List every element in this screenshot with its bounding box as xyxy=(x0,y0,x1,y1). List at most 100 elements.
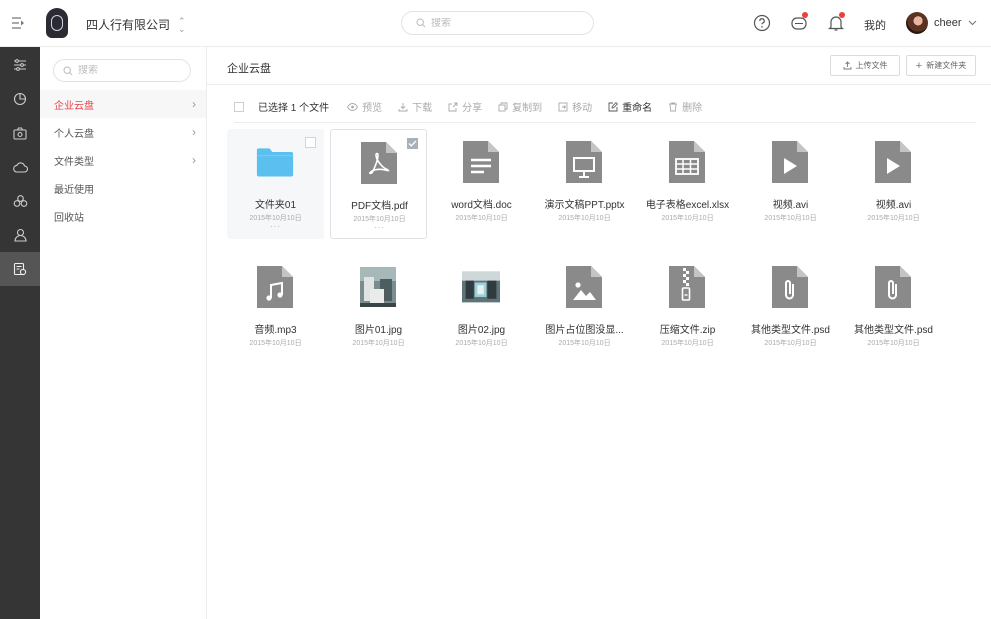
sidebar-search[interactable] xyxy=(53,59,191,82)
rail-camera[interactable] xyxy=(0,116,40,150)
upload-button[interactable]: 上传文件 xyxy=(830,55,900,76)
company-logo xyxy=(46,8,68,38)
rename-action[interactable]: 重命名 xyxy=(608,99,652,114)
sidebar-list: 企业云盘 › 个人云盘 › 文件类型 › 最近使用 回收站 xyxy=(40,90,206,230)
user-group-icon xyxy=(13,228,27,242)
camera-icon xyxy=(13,126,27,140)
notification-bell-icon[interactable] xyxy=(826,12,846,33)
file-date: 2015年10月10日 xyxy=(764,215,817,222)
more-icon[interactable]: ··· xyxy=(331,223,428,232)
file-name: 压缩文件.zip xyxy=(659,325,716,336)
sidebar-item-personal-disk[interactable]: 个人云盘 › xyxy=(40,118,206,146)
share-action[interactable]: 分享 xyxy=(448,99,482,114)
file-tile[interactable]: 文件夹01 2015年10月10日 ··· xyxy=(227,129,324,239)
file-tile[interactable]: 压缩文件.zip 2015年10月10日 xyxy=(639,254,736,364)
select-all-checkbox[interactable] xyxy=(234,101,244,112)
user-menu[interactable]: cheer xyxy=(934,17,977,29)
file-tile[interactable]: word文档.doc 2015年10月10日 xyxy=(433,129,530,239)
rail-cloud-disk[interactable] xyxy=(0,252,40,286)
zip-file-icon xyxy=(668,266,706,308)
move-action[interactable]: 移动 xyxy=(558,99,592,114)
file-tile[interactable]: 图片02.jpg 2015年10月10日 xyxy=(433,254,530,364)
search-icon xyxy=(416,18,426,28)
rail-cloud[interactable] xyxy=(0,150,40,184)
file-tile[interactable]: 音频.mp3 2015年10月10日 xyxy=(227,254,324,364)
file-tile[interactable]: 视频.avi 2015年10月10日 xyxy=(742,129,839,239)
main-content: 企业云盘 上传文件 + 新建文件夹 已选择 1 个文件 预览 下载 分享 复制到 xyxy=(207,47,991,619)
file-date: 2015年10月10日 xyxy=(661,340,714,347)
sidebar-item-label: 最近使用 xyxy=(54,184,94,196)
sidebar-item-file-types[interactable]: 文件类型 › xyxy=(40,146,206,174)
file-toolbar: 已选择 1 个文件 预览 下载 分享 复制到 移动 重命名 删除 xyxy=(234,91,976,123)
file-tile[interactable]: 视频.avi 2015年10月10日 xyxy=(845,129,942,239)
presentation-file-icon xyxy=(565,141,603,183)
file-checkbox-checked[interactable] xyxy=(407,138,418,149)
upload-label: 上传文件 xyxy=(855,61,888,70)
upload-icon xyxy=(843,61,851,70)
cloud-disk-icon xyxy=(13,262,27,276)
eye-icon xyxy=(347,102,359,111)
secondary-sidebar: 企业云盘 › 个人云盘 › 文件类型 › 最近使用 回收站 xyxy=(40,47,207,619)
spreadsheet-file-icon xyxy=(668,141,706,183)
download-icon xyxy=(398,102,408,111)
file-date: 2015年10月10日 xyxy=(455,340,508,347)
mine-link[interactable]: 我的 xyxy=(864,17,886,33)
delete-action[interactable]: 删除 xyxy=(668,99,702,114)
search-icon xyxy=(63,65,73,75)
file-name: 视频.avi xyxy=(875,200,912,211)
rail-settings[interactable] xyxy=(0,48,40,82)
file-date: 2015年10月10日 xyxy=(249,340,302,347)
plus-icon: + xyxy=(915,59,923,72)
chevron-down-icon xyxy=(968,20,976,26)
file-tile[interactable]: 演示文稿PPT.pptx 2015年10月10日 xyxy=(536,129,633,239)
preview-action[interactable]: 预览 xyxy=(347,99,382,114)
file-tile[interactable]: 其他类型文件.psd 2015年10月10日 xyxy=(845,254,942,364)
sidebar-item-recent[interactable]: 最近使用 xyxy=(40,174,206,202)
copy-icon xyxy=(498,102,508,111)
username: cheer xyxy=(934,17,962,29)
file-checkbox[interactable] xyxy=(305,137,316,148)
sidebar-item-label: 回收站 xyxy=(54,212,84,224)
help-icon[interactable] xyxy=(752,13,772,33)
rail-stats[interactable] xyxy=(0,82,40,116)
file-date: 2015年10月10日 xyxy=(352,340,405,347)
selection-count: 已选择 1 个文件 xyxy=(258,103,330,114)
copy-to-action[interactable]: 复制到 xyxy=(498,99,542,114)
company-name: 四人行有限公司 xyxy=(86,18,171,32)
download-action[interactable]: 下载 xyxy=(398,99,432,114)
avatar[interactable] xyxy=(906,12,928,34)
file-tile[interactable]: 图片占位图没显... 2015年10月10日 xyxy=(536,254,633,364)
file-tile[interactable]: 其他类型文件.psd 2015年10月10日 xyxy=(742,254,839,364)
file-tile[interactable]: 电子表格excel.xlsx 2015年10月10日 xyxy=(639,129,736,239)
file-name: 图片02.jpg xyxy=(457,325,506,336)
rename-label: 重命名 xyxy=(622,103,653,114)
sidebar-item-enterprise-disk[interactable]: 企业云盘 › xyxy=(40,90,206,118)
move-icon xyxy=(558,102,568,111)
video-file-icon xyxy=(874,141,912,183)
global-search-input[interactable] xyxy=(431,17,571,29)
more-icon[interactable]: ··· xyxy=(227,222,324,231)
message-icon[interactable] xyxy=(789,12,809,33)
rail-team[interactable] xyxy=(0,184,40,218)
sliders-icon xyxy=(14,59,26,71)
copy-to-label: 复制到 xyxy=(512,103,543,114)
company-switcher[interactable]: 四人行有限公司 ⌃ ⌄ xyxy=(86,16,186,33)
file-tile[interactable]: PDF文档.pdf 2015年10月10日 ··· xyxy=(330,129,427,239)
global-search[interactable] xyxy=(401,11,594,35)
file-tile[interactable]: 图片01.jpg 2015年10月10日 xyxy=(330,254,427,364)
new-folder-button[interactable]: + 新建文件夹 xyxy=(906,55,976,76)
menu-toggle-icon[interactable] xyxy=(8,14,28,32)
pdf-file-icon xyxy=(360,142,398,184)
file-date: 2015年10月10日 xyxy=(455,215,508,222)
file-name: 文件夹01 xyxy=(254,200,297,211)
attachment-file-icon xyxy=(771,266,809,308)
edit-icon xyxy=(608,101,619,111)
updown-chevron-icon: ⌃ ⌄ xyxy=(178,15,186,34)
sidebar-search-input[interactable] xyxy=(78,65,178,76)
rail-user[interactable] xyxy=(0,218,40,252)
sidebar-item-recycle-bin[interactable]: 回收站 xyxy=(40,202,206,230)
file-name: word文档.doc xyxy=(451,200,512,211)
team-icon xyxy=(13,195,27,207)
audio-file-icon xyxy=(256,266,294,308)
file-name: PDF文档.pdf xyxy=(351,201,408,212)
